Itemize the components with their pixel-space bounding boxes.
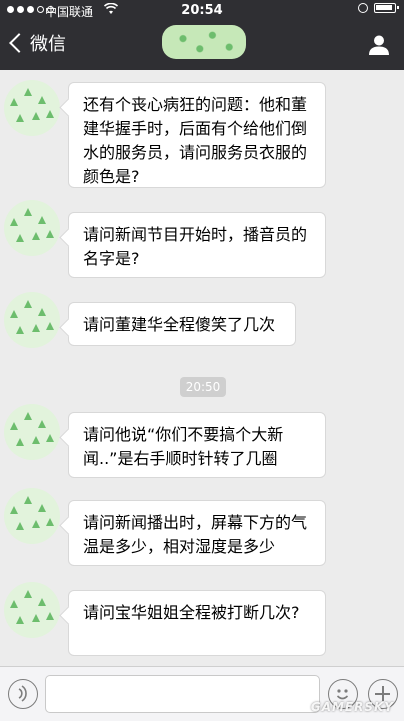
person-icon xyxy=(369,35,389,55)
profile-button[interactable] xyxy=(368,34,390,56)
sender-avatar[interactable] xyxy=(4,80,60,136)
message-bubble[interactable]: 请问新闻节目开始时，播音员的名字是? xyxy=(68,212,326,278)
status-right xyxy=(358,3,399,13)
rotation-lock-icon xyxy=(358,3,368,13)
chevron-left-icon xyxy=(9,33,29,53)
header: 中国联通 20:54 微信 xyxy=(0,0,404,70)
message-bubble[interactable]: 请问宝华姐姐全程被打断几次? xyxy=(68,590,326,656)
status-bar: 中国联通 20:54 xyxy=(0,0,404,22)
sender-avatar[interactable] xyxy=(4,292,60,348)
contact-title-avatar xyxy=(162,25,246,59)
nav-bar: 微信 xyxy=(0,22,404,70)
watermark: GAMERSKY xyxy=(310,700,394,714)
message-bubble[interactable]: 还有个丧心病狂的问题：他和董建华握手时，后面有个给他们倒水的服务员，请问服务员衣… xyxy=(68,82,326,188)
message-bubble[interactable]: 请问董建华全程傻笑了几次 xyxy=(68,302,296,346)
voice-icon xyxy=(18,685,27,702)
battery-icon xyxy=(374,3,399,13)
message-input[interactable] xyxy=(45,675,320,713)
chat-timestamp: 20:50 xyxy=(180,377,226,397)
sender-avatar[interactable] xyxy=(4,200,60,256)
back-label: 微信 xyxy=(30,34,66,55)
message-bubble[interactable]: 请问他说“你们不要搞个大新闻..”是右手顺时针转了几圈 xyxy=(68,412,326,478)
back-button[interactable]: 微信 xyxy=(6,30,66,56)
voice-button[interactable] xyxy=(8,679,38,709)
message-bubble[interactable]: 请问新闻播出时，屏幕下方的气温是多少，相对湿度是多少 xyxy=(68,500,326,566)
status-time: 20:54 xyxy=(181,3,223,18)
sender-avatar[interactable] xyxy=(4,488,60,544)
sender-avatar[interactable] xyxy=(4,582,60,638)
sender-avatar[interactable] xyxy=(4,404,60,460)
